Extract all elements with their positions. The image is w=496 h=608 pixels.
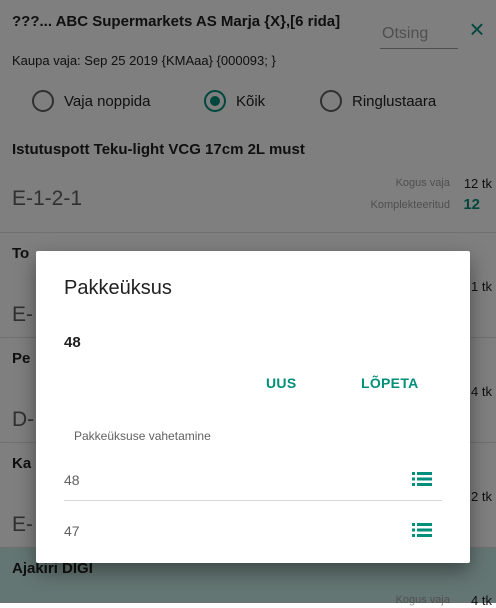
package-option-row[interactable]: 48 <box>64 460 442 501</box>
list-icon[interactable] <box>412 472 432 486</box>
finish-button[interactable]: LÕPETA <box>361 375 419 391</box>
package-option-value: 48 <box>64 472 80 488</box>
dialog-title: Pakkeüksus <box>64 277 172 299</box>
package-unit-dialog: Pakkeüksus 48 UUS LÕPETA Pakkeüksuse vah… <box>36 251 470 563</box>
list-icon[interactable] <box>412 523 432 537</box>
section-label: Pakkeüksuse vahetamine <box>74 429 211 443</box>
package-option-row[interactable]: 47 <box>64 511 442 551</box>
new-button[interactable]: UUS <box>266 375 296 391</box>
current-package-unit: 48 <box>64 334 81 351</box>
package-option-value: 47 <box>64 523 80 539</box>
